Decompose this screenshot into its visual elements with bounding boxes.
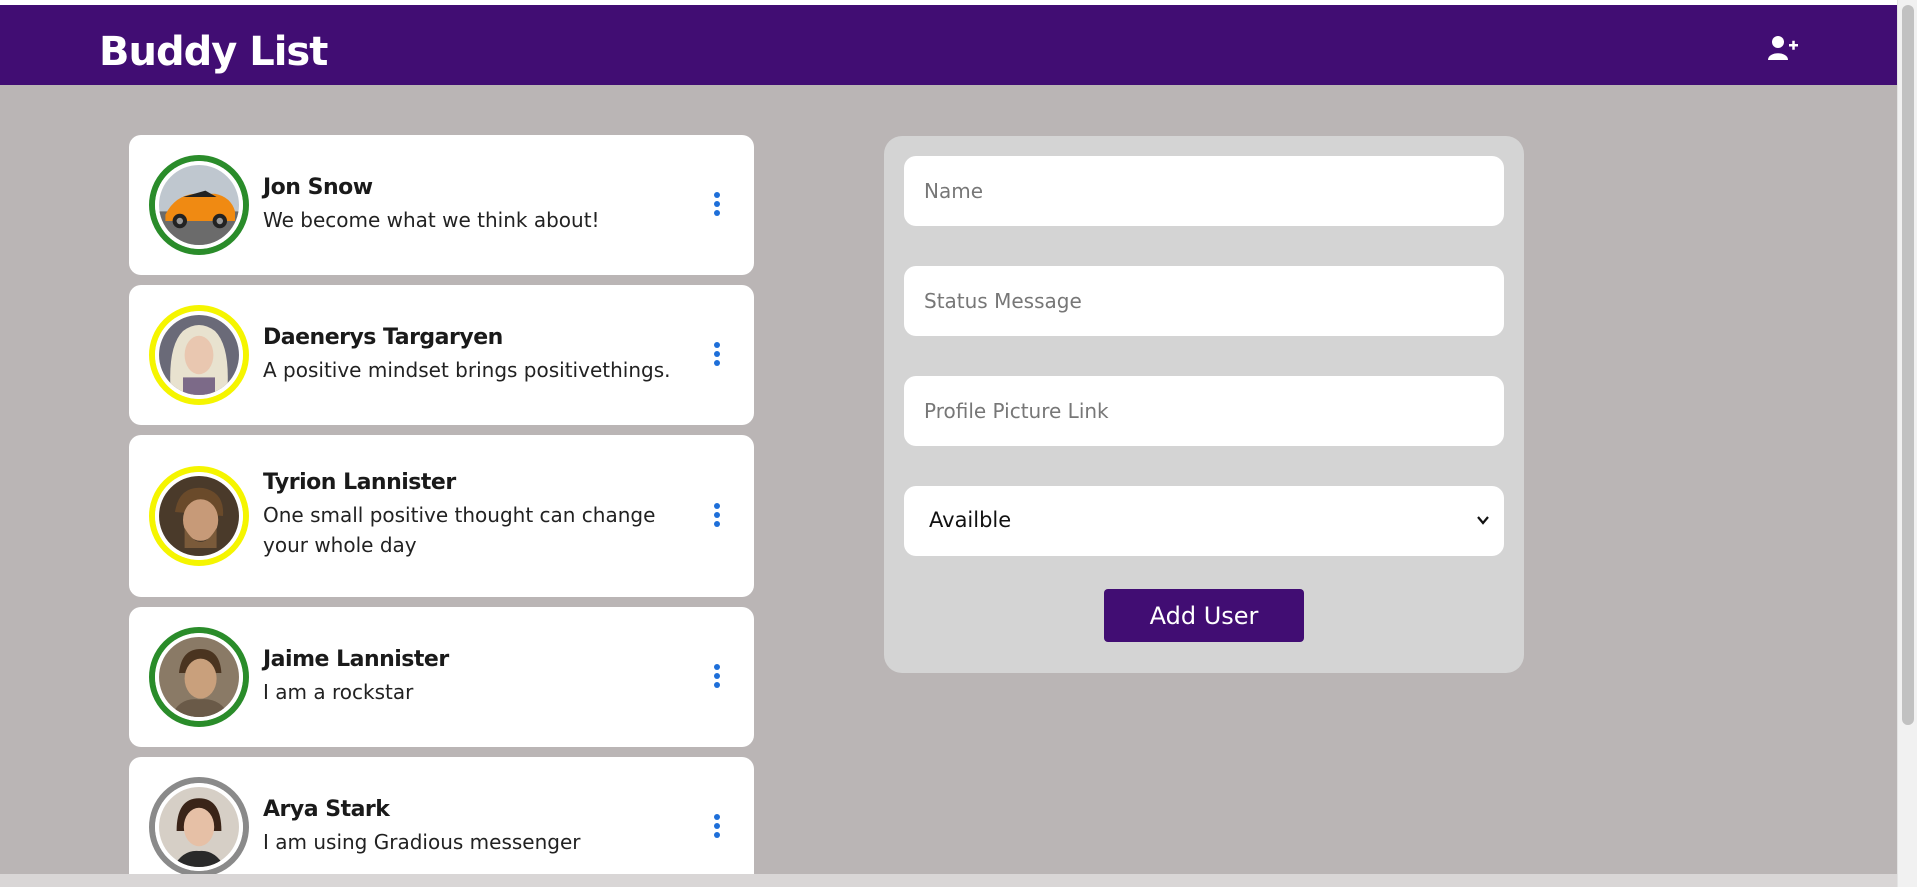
buddy-card[interactable]: Arya Stark I am using Gradious messenger (129, 757, 754, 874)
buddy-card[interactable]: Jon Snow We become what we think about! (129, 135, 754, 275)
buddy-name: Tyrion Lannister (263, 470, 456, 495)
add-user-form: Availble Add User (884, 136, 1524, 673)
buddy-name: Jaime Lannister (263, 647, 449, 672)
bottom-bar (0, 874, 1897, 887)
avatar (149, 466, 249, 566)
profile-picture-link-input[interactable] (904, 376, 1504, 446)
buddy-status: I am a rockstar (263, 680, 414, 704)
user-plus-icon[interactable] (1768, 35, 1798, 61)
add-user-button[interactable]: Add User (1104, 589, 1304, 642)
availability-selected-value: Availble (929, 508, 1012, 532)
buddy-name: Arya Stark (263, 797, 390, 822)
avatar (149, 777, 249, 874)
vertical-scrollbar[interactable] (1897, 0, 1917, 887)
app-title: Buddy List (99, 29, 328, 75)
avatar (149, 155, 249, 255)
buddy-card[interactable]: Jaime Lannister I am a rockstar (129, 607, 754, 747)
scrollbar-thumb[interactable] (1902, 5, 1914, 725)
buddy-card[interactable]: Tyrion Lannister One small positive thou… (129, 435, 754, 597)
more-options-icon[interactable] (712, 342, 722, 370)
buddy-card[interactable]: Daenerys Targaryen A positive mindset br… (129, 285, 754, 425)
availability-select[interactable]: Availble (904, 486, 1504, 556)
more-options-icon[interactable] (712, 503, 722, 531)
more-options-icon[interactable] (712, 664, 722, 692)
buddy-name: Jon Snow (263, 175, 373, 200)
buddy-status: We become what we think about! (263, 208, 600, 232)
more-options-icon[interactable] (712, 192, 722, 220)
more-options-icon[interactable] (712, 814, 722, 842)
avatar (149, 305, 249, 405)
buddy-name: Daenerys Targaryen (263, 325, 503, 350)
buddy-status: One small positive thought can change yo… (263, 503, 656, 557)
buddy-status: A positive mindset brings positivethings… (263, 358, 671, 382)
buddy-status: I am using Gradious messenger (263, 830, 581, 854)
status-message-input[interactable] (904, 266, 1504, 336)
name-input[interactable] (904, 156, 1504, 226)
chevron-down-icon (1477, 516, 1489, 525)
avatar (149, 627, 249, 727)
app-header: Buddy List (0, 5, 1897, 85)
